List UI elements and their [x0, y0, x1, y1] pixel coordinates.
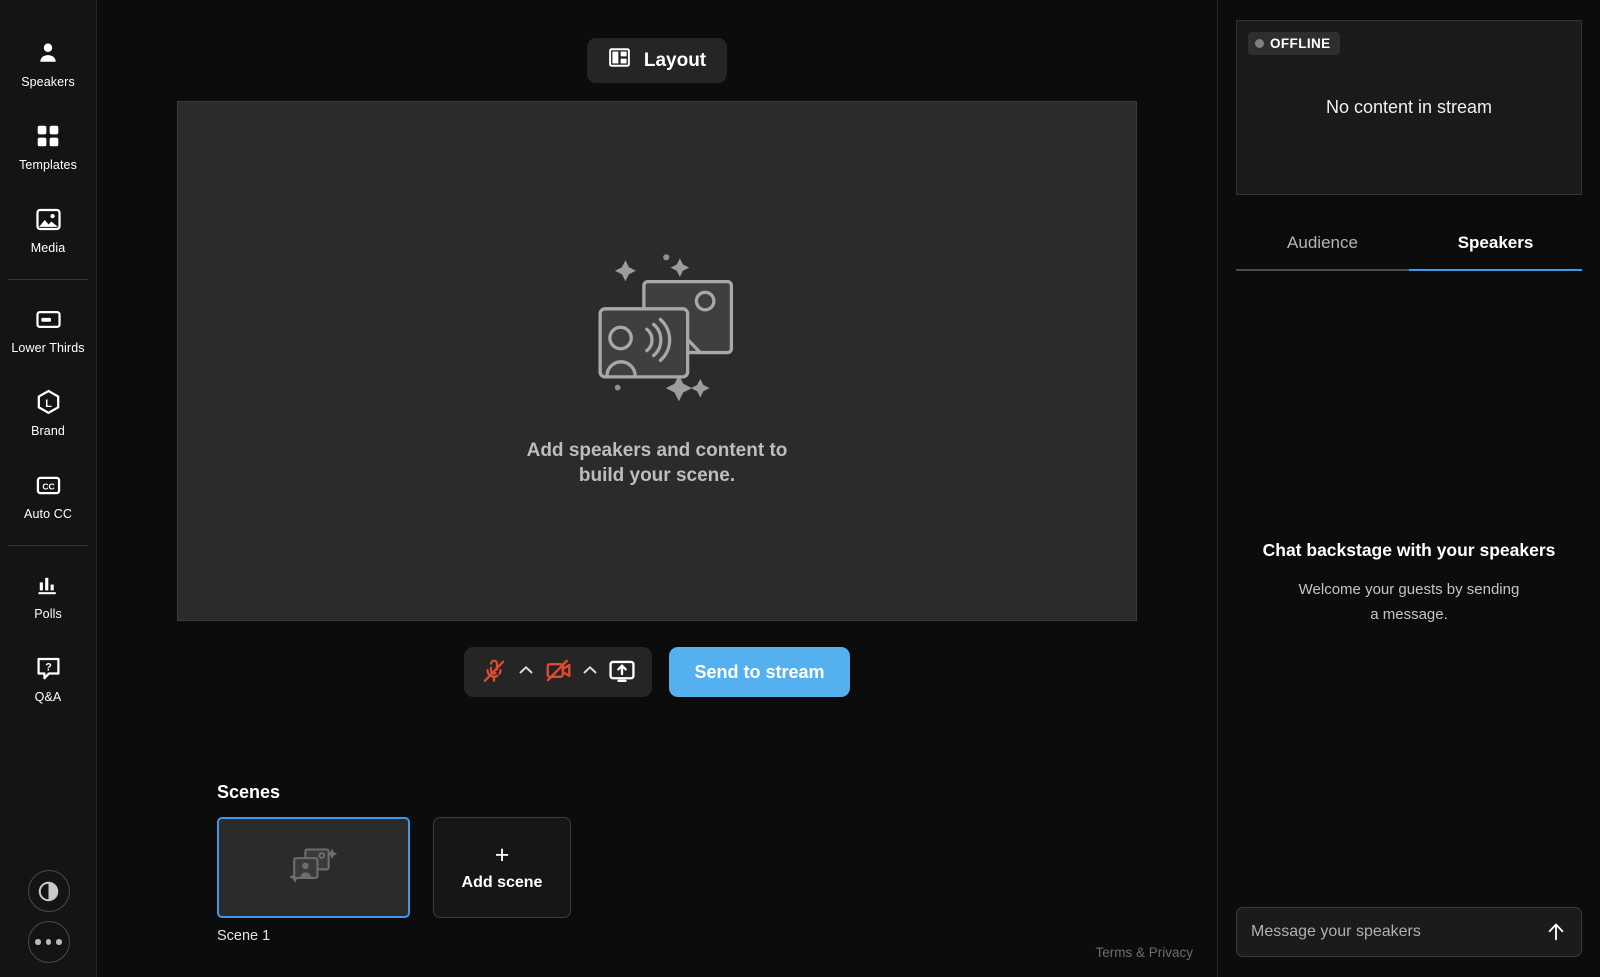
sidebar-label-polls: Polls [34, 607, 62, 621]
terms-and-privacy-link[interactable]: Terms & Privacy [1095, 945, 1193, 960]
chat-empty-sub-line-2: a message. [1299, 603, 1520, 628]
right-panel: OFFLINE No content in stream Audience Sp… [1218, 0, 1600, 977]
question-bubble-icon: ? [33, 653, 63, 683]
chat-empty-state: Chat backstage with your speakers Welcom… [1236, 271, 1582, 977]
microphone-off-icon [481, 658, 507, 687]
closed-caption-icon: CC [33, 470, 63, 500]
scene-thumbnail-icon [283, 840, 345, 895]
sidebar-label-speakers: Speakers [21, 75, 75, 89]
sidebar-item-templates[interactable]: Templates [0, 105, 97, 188]
contrast-circle-icon-button[interactable] [28, 870, 70, 912]
stage-empty-message: Add speakers and content to build your s… [527, 439, 788, 488]
scene-name-label: Scene 1 [217, 928, 410, 944]
arrow-up-icon [1545, 921, 1567, 943]
mic-muted-button[interactable] [475, 652, 513, 692]
chevron-up-icon [519, 665, 533, 675]
layout-button[interactable]: Layout [587, 38, 727, 83]
scenes-section: Scenes [217, 782, 571, 944]
svg-text:?: ? [45, 661, 52, 673]
media-controls-row: Send to stream [464, 647, 849, 697]
sidebar-label-templates: Templates [19, 158, 77, 172]
contrast-circle-icon [36, 879, 61, 904]
chevron-up-icon [583, 665, 597, 675]
sidebar-label-brand: Brand [31, 424, 65, 438]
svg-text:CC: CC [42, 481, 54, 491]
scenes-title: Scenes [217, 782, 571, 803]
sidebar-divider-2 [8, 545, 88, 546]
sidebar-label-qa: Q&A [35, 690, 62, 704]
send-to-stream-button[interactable]: Send to stream [669, 647, 849, 697]
add-scene-button[interactable]: + Add scene [433, 817, 571, 918]
stage-empty-line-1: Add speakers and content to [527, 439, 788, 464]
mic-options-button[interactable] [516, 652, 536, 692]
svg-text:L: L [45, 397, 52, 409]
send-message-button[interactable] [1539, 915, 1573, 949]
panel-tabs: Audience Speakers [1236, 221, 1582, 271]
image-icon [33, 204, 63, 234]
scene-preview-canvas[interactable]: Add speakers and content to build your s… [177, 101, 1137, 621]
av-controls-group [464, 647, 652, 697]
share-screen-button[interactable] [603, 652, 641, 692]
grid-icon [33, 121, 63, 151]
bar-chart-icon [33, 570, 63, 600]
sidebar-item-qa[interactable]: ? Q&A [0, 637, 97, 720]
stage-empty-line-2: build your scene. [527, 464, 788, 489]
sidebar-label-media: Media [31, 241, 66, 255]
more-options-button[interactable] [28, 921, 70, 963]
media-and-speaker-cards-icon [570, 233, 745, 413]
scenes-list: Scene 1 + Add scene [217, 817, 571, 944]
camera-options-button[interactable] [580, 652, 600, 692]
sidebar-item-speakers[interactable]: Speakers [0, 22, 97, 105]
sidebar-bottom-actions [0, 870, 97, 963]
sidebar-item-polls[interactable]: Polls [0, 554, 97, 637]
sidebar-label-lower-thirds: Lower Thirds [11, 341, 84, 355]
stream-preview: OFFLINE No content in stream [1236, 20, 1582, 195]
ellipsis-icon [35, 939, 62, 945]
brand-hexagon-icon: L [33, 387, 63, 417]
center-stage-area: Layout [97, 0, 1218, 977]
sidebar-item-brand[interactable]: L Brand [0, 371, 97, 454]
camera-off-button[interactable] [539, 652, 577, 692]
person-icon [33, 38, 63, 68]
sidebar-divider-1 [8, 279, 88, 280]
chat-empty-title: Chat backstage with your speakers [1263, 540, 1556, 561]
plus-icon: + [495, 843, 510, 868]
stream-empty-message: No content in stream [1326, 97, 1492, 118]
tab-audience[interactable]: Audience [1236, 221, 1409, 271]
layout-panels-icon [608, 46, 631, 75]
message-input[interactable] [1251, 923, 1539, 941]
studio-app: Speakers Templates Media [0, 0, 1600, 977]
status-badge-label: OFFLINE [1270, 36, 1331, 51]
chat-empty-sub-line-1: Welcome your guests by sending [1299, 578, 1520, 603]
sidebar-label-auto-cc: Auto CC [24, 507, 72, 521]
tab-speakers[interactable]: Speakers [1409, 221, 1582, 271]
message-composer[interactable] [1236, 907, 1582, 957]
chat-empty-subtitle: Welcome your guests by sending a message… [1299, 578, 1520, 628]
lower-third-icon [33, 304, 63, 334]
left-sidebar: Speakers Templates Media [0, 0, 97, 977]
video-camera-off-icon [545, 657, 572, 687]
status-badge: OFFLINE [1248, 32, 1340, 55]
layout-button-label: Layout [644, 50, 706, 72]
status-dot-icon [1255, 39, 1264, 48]
add-scene-label: Add scene [462, 874, 543, 892]
scene-thumbnail-1[interactable] [217, 817, 410, 918]
screen-share-icon [608, 657, 636, 688]
scene-item: Scene 1 [217, 817, 410, 944]
sidebar-item-lower-thirds[interactable]: Lower Thirds [0, 288, 97, 371]
sidebar-item-auto-cc[interactable]: CC Auto CC [0, 454, 97, 537]
sidebar-item-media[interactable]: Media [0, 188, 97, 271]
